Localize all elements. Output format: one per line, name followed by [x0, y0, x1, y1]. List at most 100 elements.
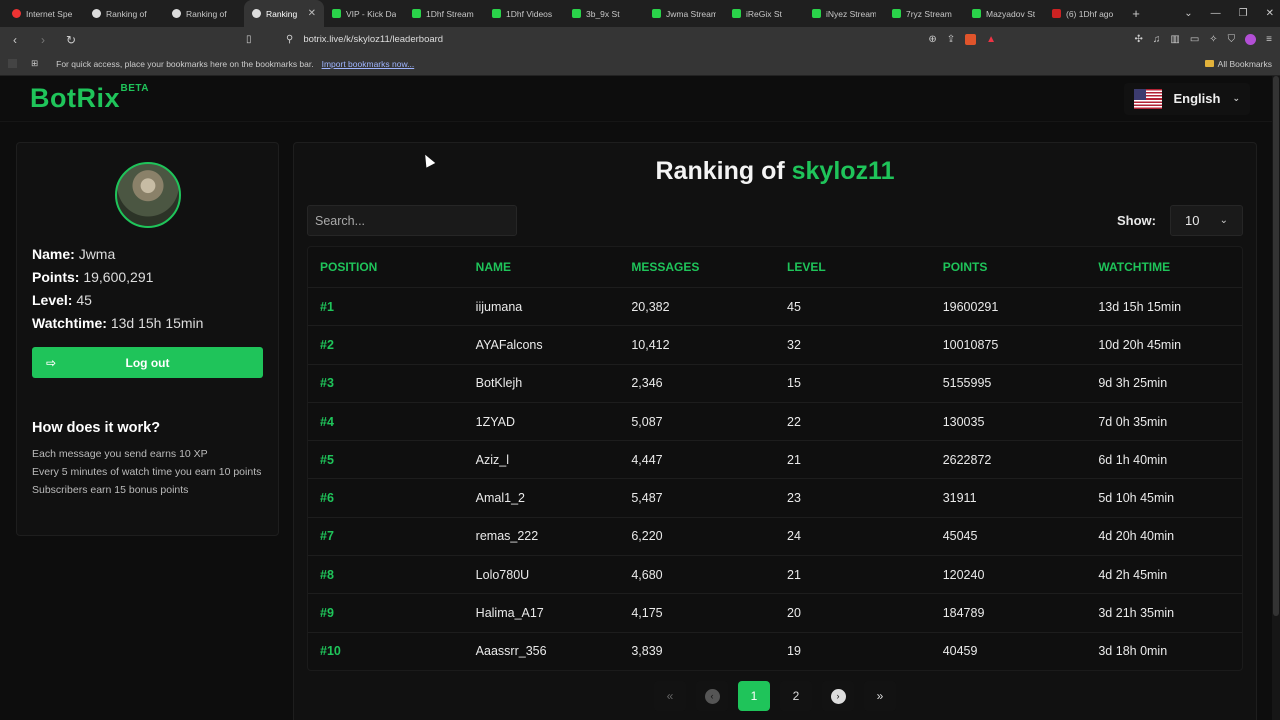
browser-tab[interactable]: Internet Spe — [4, 0, 84, 27]
tab-favicon-icon — [892, 9, 901, 18]
browser-tab[interactable]: Ranking ✕ — [244, 0, 324, 27]
position-cell: #4 — [320, 414, 334, 429]
logout-button[interactable]: ⇨ Log out — [32, 347, 263, 378]
column-header: POINTS — [942, 260, 988, 274]
tab-title: iReGix St — [746, 8, 782, 19]
apps-grid-icon[interactable]: ⊞ — [31, 58, 38, 69]
level-cell: 24 — [787, 529, 801, 544]
avatar — [114, 162, 181, 228]
name-cell: remas_222 — [475, 529, 539, 544]
forward-icon[interactable]: › — [36, 33, 50, 47]
minimize-icon[interactable]: — — [1211, 8, 1221, 19]
table-row: #2 AYAFalcons 10,412 32 10010875 10d 20h 45mi… — [308, 325, 1242, 363]
menu-icon[interactable]: ≡ — [1266, 34, 1272, 45]
search-input[interactable] — [307, 205, 517, 236]
points-cell: 184789 — [942, 606, 985, 621]
maximize-icon[interactable]: ❐ — [1239, 8, 1248, 19]
browser-tab[interactable]: 3b_9x St — [564, 0, 644, 27]
messages-cell: 6,220 — [631, 529, 663, 544]
profile-name: Name: Jwma — [32, 246, 116, 262]
messages-cell: 2,346 — [631, 376, 663, 391]
tab-favicon-icon — [492, 9, 501, 18]
name-cell: 1ZYAD — [475, 414, 516, 429]
next-page-button[interactable]: › — [822, 681, 854, 711]
back-icon[interactable]: ‹ — [8, 33, 22, 47]
leo-icon[interactable]: ✧ — [1209, 34, 1217, 45]
page-1-button[interactable]: 1 — [738, 681, 770, 711]
points-cell: 10010875 — [942, 337, 999, 352]
watchtime-cell: 7d 0h 35min — [1098, 414, 1168, 429]
logout-icon: ⇨ — [46, 355, 57, 370]
prev-page-button[interactable]: ‹ — [696, 681, 728, 711]
zoom-icon[interactable]: ⊕ — [928, 34, 936, 45]
position-cell: #6 — [320, 491, 334, 506]
language-selector[interactable]: English ⌄ — [1123, 82, 1250, 115]
browser-tab[interactable]: 1Dhf Stream — [404, 0, 484, 27]
tab-title: Internet Spe — [26, 8, 73, 19]
browser-tab[interactable]: (6) 1Dhf ago — [1044, 0, 1124, 27]
points-cell: 45045 — [942, 529, 978, 544]
points-cell: 130035 — [942, 414, 985, 429]
page-scrollbar[interactable] — [1272, 76, 1280, 720]
rewards-icon[interactable]: ▲ — [986, 34, 996, 45]
position-cell: #7 — [320, 529, 334, 544]
close-window-icon[interactable]: ✕ — [1266, 8, 1274, 19]
vpn-icon[interactable]: ⛉ — [1228, 34, 1236, 45]
share-icon[interactable]: ⇪ — [947, 34, 955, 45]
tab-favicon-icon — [92, 9, 101, 18]
close-tab-icon[interactable]: ✕ — [308, 8, 316, 19]
botrix-logo[interactable]: BotRix BETA — [30, 83, 148, 114]
messages-cell: 5,487 — [631, 491, 663, 506]
browser-tab[interactable]: iReGix St — [724, 0, 804, 27]
last-page-button[interactable]: » — [864, 681, 896, 711]
position-cell: #5 — [320, 452, 334, 467]
extensions-icon[interactable]: ✣ — [1134, 34, 1142, 45]
url-text[interactable]: botrix.live/k/skyloz11/leaderboard — [303, 34, 443, 45]
tab-title: Ranking — [266, 8, 298, 19]
all-bookmarks[interactable]: All Bookmarks — [1204, 59, 1272, 69]
show-count-select[interactable]: 10 ⌄ — [1170, 205, 1243, 236]
how-line: Each message you send earns 10 XP — [32, 448, 208, 460]
first-page-button[interactable]: « — [654, 681, 686, 711]
page-2-button[interactable]: 2 — [780, 681, 812, 711]
new-tab-button[interactable]: + — [1124, 6, 1148, 21]
browser-tab[interactable]: Ranking of — [84, 0, 164, 27]
brave-shield-icon[interactable] — [965, 34, 977, 45]
table-row: #4 1ZYAD 5,087 22 130035 7d 0h 35min — [308, 401, 1242, 440]
address-bar[interactable]: ▯ ⚲ botrix.live/k/skyloz11/leaderboard ⊕… — [246, 29, 1002, 50]
import-bookmarks-link[interactable]: Import bookmarks now... — [322, 59, 415, 69]
tab-title: Jwma Stream — [666, 8, 716, 19]
media-icon[interactable]: ♫ — [1153, 34, 1161, 45]
chevron-down-icon: ⌄ — [1232, 93, 1240, 103]
tab-search-icon[interactable]: ⌄ — [1184, 8, 1192, 19]
wallet-icon[interactable]: ▭ — [1190, 34, 1199, 45]
profile-icon[interactable] — [1245, 34, 1257, 45]
browser-tab[interactable]: Jwma Stream — [644, 0, 724, 27]
browser-tab[interactable]: Mazyadov St — [964, 0, 1044, 27]
scrollbar-thumb[interactable] — [1273, 76, 1279, 616]
sidebar-icon[interactable]: ▥ — [1170, 34, 1179, 45]
tab-title: VIP - Kick Da — [346, 8, 396, 19]
browser-tab[interactable]: VIP - Kick Da — [324, 0, 404, 27]
name-cell: BotKlejh — [475, 376, 523, 391]
tab-favicon-icon — [172, 9, 181, 18]
position-cell: #10 — [320, 644, 341, 659]
tab-favicon-icon — [812, 9, 821, 18]
browser-tab[interactable]: 7ryz Stream — [884, 0, 964, 27]
tab-title: 1Dhf Stream — [426, 8, 474, 19]
table-header: POSITION NAME MESSAGES LEVEL POINTS WATCHTIME — [308, 247, 1242, 287]
browser-tab[interactable]: Ranking of — [164, 0, 244, 27]
watchtime-cell: 9d 3h 25min — [1098, 376, 1168, 391]
watchtime-cell: 6d 1h 40min — [1098, 452, 1168, 467]
leaderboard-panel: Ranking of skyloz11 Show: 10 ⌄ POSITION N… — [293, 142, 1257, 720]
bookmark-star-icon[interactable]: ▯ — [246, 34, 276, 45]
browser-tab[interactable]: iNyez Stream — [804, 0, 884, 27]
browser-tab[interactable]: 1Dhf Videos — [484, 0, 564, 27]
profile-card: Name: Jwma Points: 19,600,291 Level: 45 … — [16, 142, 279, 536]
reload-icon[interactable]: ↻ — [64, 33, 78, 47]
language-label: English — [1173, 91, 1221, 106]
site-info-icon[interactable]: ⚲ — [286, 34, 293, 45]
toolbar-extensions: ✣ ♫ ▥ ▭ ✧ ⛉ ≡ — [1134, 34, 1272, 45]
table-row: #1 iijumana 20,382 45 19600291 13d 15h 15min — [308, 287, 1242, 325]
tab-favicon-icon — [12, 9, 21, 18]
